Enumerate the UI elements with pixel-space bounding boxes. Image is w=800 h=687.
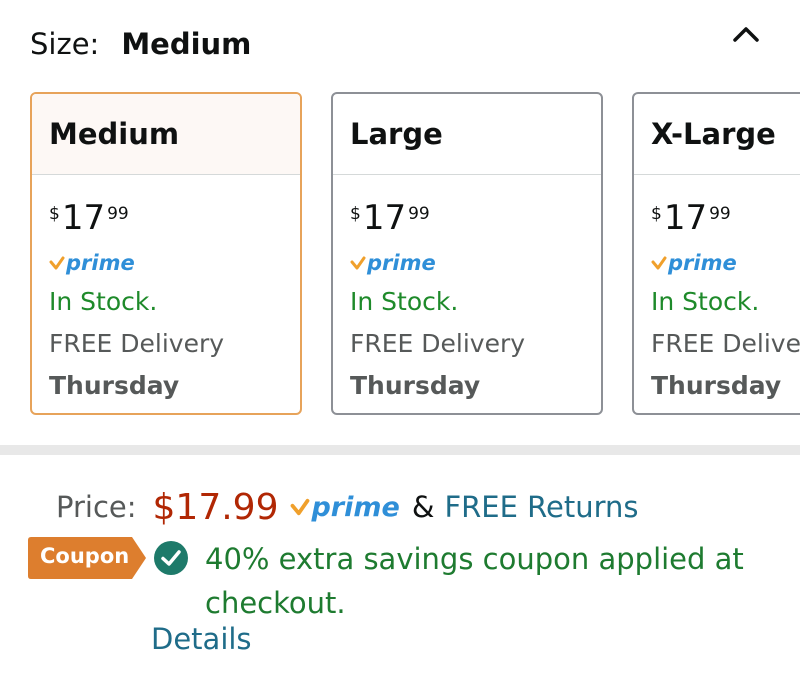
price-amount: $17.99 <box>152 486 279 528</box>
prime-text: prime <box>668 251 737 275</box>
prime-check-icon <box>651 256 667 270</box>
price-whole: 17 <box>663 198 708 238</box>
price-row: Price: $17.99 prime & FREE Returns <box>56 482 639 532</box>
size-option-medium[interactable]: Medium $ 17 99 prime In Stock. FREE Deli… <box>30 92 302 415</box>
coupon-label: Coupon <box>40 544 130 568</box>
size-option-price: $ 17 99 <box>350 198 430 238</box>
size-option-x-large[interactable]: X-Large $ 17 99 prime In Stock. FREE Del… <box>632 92 800 415</box>
price-symbol: $ <box>651 204 662 224</box>
prime-text: prime <box>311 491 400 523</box>
price-whole: 17 <box>61 198 106 238</box>
selected-size-value: Medium <box>121 27 252 61</box>
size-option-body: $ 17 99 prime In Stock. FREE Delivery Th… <box>634 175 800 413</box>
collapse-button[interactable] <box>726 18 766 50</box>
price-fraction: 99 <box>709 204 731 224</box>
size-option-large[interactable]: Large $ 17 99 prime In Stock. FREE Deliv… <box>331 92 603 415</box>
delivery-text: FREE Delivery <box>49 329 225 358</box>
size-option-header: X-Large <box>634 94 800 175</box>
prime-badge: prime <box>651 251 737 275</box>
prime-text: prime <box>66 251 135 275</box>
prime-badge: prime <box>49 251 135 275</box>
size-label: Size: <box>30 27 100 61</box>
size-header: Size: Medium <box>30 22 251 66</box>
price-fraction: 99 <box>107 204 129 224</box>
size-option-header: Large <box>333 94 601 175</box>
delivery-text: FREE Delivery <box>350 329 526 358</box>
prime-check-icon <box>49 256 65 270</box>
prime-check-icon <box>291 498 310 516</box>
coupon-message: 40% extra savings coupon applied at chec… <box>205 542 744 620</box>
price-label: Price: <box>56 490 137 524</box>
delivery-day: Thursday <box>49 371 180 400</box>
chevron-up-icon <box>733 27 759 42</box>
prime-check-icon <box>350 256 366 270</box>
coupon-details-link[interactable]: Details <box>151 622 252 656</box>
size-option-body: $ 17 99 prime In Stock. FREE Delivery Th… <box>32 175 300 413</box>
size-option-price: $ 17 99 <box>651 198 731 238</box>
price-whole: 17 <box>362 198 407 238</box>
delivery-text: FREE Delivery <box>651 329 800 358</box>
size-option-name: Medium <box>49 117 180 151</box>
size-option-name: Large <box>350 117 443 151</box>
prime-text: prime <box>367 251 436 275</box>
check-circle-icon <box>154 541 188 575</box>
stock-status: In Stock. <box>651 287 760 316</box>
stock-status: In Stock. <box>350 287 459 316</box>
price-symbol: $ <box>350 204 361 224</box>
free-returns-link[interactable]: FREE Returns <box>444 490 638 524</box>
section-divider <box>0 445 800 455</box>
prime-badge: prime <box>290 491 400 523</box>
delivery-day: Thursday <box>651 371 782 400</box>
stock-status: In Stock. <box>49 287 158 316</box>
delivery-day: Thursday <box>350 371 481 400</box>
price-fraction: 99 <box>408 204 430 224</box>
size-option-name: X-Large <box>651 117 776 151</box>
size-option-price: $ 17 99 <box>49 198 129 238</box>
prime-badge: prime <box>350 251 436 275</box>
size-option-header: Medium <box>32 94 300 175</box>
size-option-body: $ 17 99 prime In Stock. FREE Delivery Th… <box>333 175 601 413</box>
coupon-tag: Coupon <box>28 537 146 579</box>
size-options: Medium $ 17 99 prime In Stock. FREE Deli… <box>0 92 800 416</box>
price-symbol: $ <box>49 204 60 224</box>
ampersand: & <box>411 490 435 524</box>
